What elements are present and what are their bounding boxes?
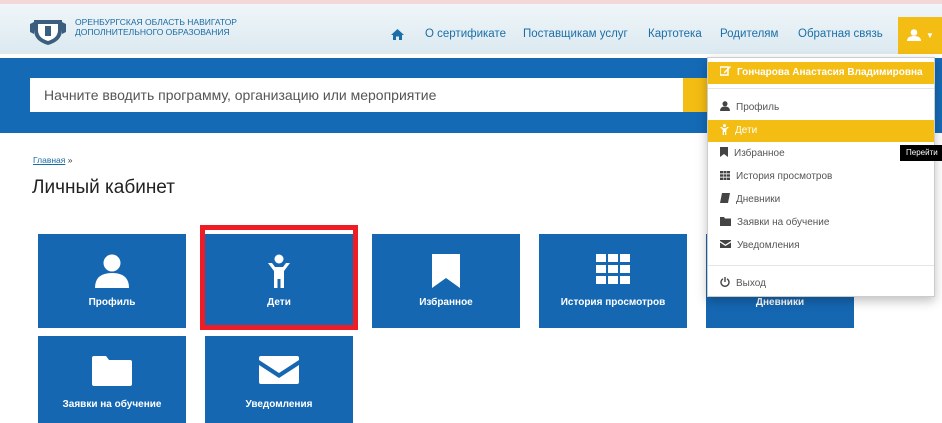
grid-icon	[596, 254, 630, 284]
book-icon	[720, 193, 730, 204]
folder-icon	[720, 216, 731, 226]
tile-history[interactable]: История просмотров	[539, 234, 687, 328]
nav-link-feedback[interactable]: Обратная связь	[798, 28, 883, 40]
dropdown-user-name[interactable]: Гончарова Анастасия Владимировна	[708, 62, 934, 84]
envelope-icon	[720, 240, 731, 249]
dropdown-item-label: Уведомления	[737, 240, 800, 251]
bookmark-icon	[432, 254, 460, 288]
power-icon	[720, 277, 730, 288]
coat-of-arms-logo[interactable]	[30, 16, 66, 46]
user-dropdown-menu: Гончарова Анастасия Владимировна Профиль…	[707, 57, 935, 297]
search-input[interactable]	[30, 78, 683, 112]
dropdown-user-label: Гончарова Анастасия Владимировна	[737, 67, 923, 78]
user-icon	[95, 254, 129, 288]
dropdown-item-notifications[interactable]: Уведомления	[708, 235, 934, 257]
logo-text[interactable]: ОРЕНБУРГСКАЯ ОБЛАСТЬ НАВИГАТОР ДОПОЛНИТЕ…	[75, 17, 245, 37]
nav-link-providers[interactable]: Поставщикам услуг	[523, 28, 628, 40]
nav-link-certificate[interactable]: О сертификате	[425, 28, 506, 40]
top-bar: ОРЕНБУРГСКАЯ ОБЛАСТЬ НАВИГАТОР ДОПОЛНИТЕ…	[0, 0, 942, 54]
nav-link-parents[interactable]: Родителям	[720, 28, 778, 40]
tile-notifications[interactable]: Уведомления	[205, 336, 353, 423]
highlight-frame	[200, 225, 358, 330]
dropdown-item-label: Выход	[736, 278, 766, 289]
tile-label: История просмотров	[560, 297, 666, 308]
envelope-icon	[259, 356, 299, 384]
dropdown-item-label: Дети	[735, 125, 758, 136]
dropdown-item-label: Дневники	[736, 194, 781, 205]
search-button[interactable]	[683, 78, 707, 112]
user-icon	[907, 29, 921, 41]
tile-profile[interactable]: Профиль	[38, 234, 186, 328]
breadcrumb: Главная »	[33, 155, 72, 165]
tile-applications[interactable]: Заявки на обучение	[38, 336, 186, 423]
dropdown-item-history[interactable]: История просмотров	[708, 166, 934, 188]
dropdown-item-profile[interactable]: Профиль	[708, 97, 934, 119]
caret-down-icon: ▼	[926, 31, 934, 40]
dropdown-divider	[708, 88, 934, 89]
dropdown-item-label: Заявки на обучение	[737, 217, 830, 228]
dropdown-item-children[interactable]: Дети	[708, 120, 934, 142]
bookmark-icon	[720, 147, 728, 158]
dropdown-item-applications[interactable]: Заявки на обучение	[708, 212, 934, 234]
edit-icon	[720, 66, 731, 77]
breadcrumb-separator: »	[67, 155, 73, 165]
tile-label: Уведомления	[245, 399, 313, 410]
page-title: Личный кабинет	[32, 177, 175, 198]
home-icon[interactable]	[391, 29, 404, 40]
user-menu-button[interactable]: ▼	[898, 17, 942, 54]
tooltip: Перейти	[900, 145, 942, 161]
child-icon	[720, 123, 729, 135]
nav-link-catalog[interactable]: Картотека	[648, 28, 702, 40]
tile-label: Заявки на обучение	[62, 399, 162, 410]
dropdown-item-label: История просмотров	[736, 171, 833, 182]
dropdown-item-label: Избранное	[734, 148, 785, 159]
dropdown-item-diaries[interactable]: Дневники	[708, 189, 934, 211]
user-icon	[720, 101, 730, 112]
tile-label: Профиль	[88, 297, 136, 308]
dropdown-item-logout[interactable]: Выход	[708, 273, 934, 295]
breadcrumb-home-link[interactable]: Главная	[33, 155, 65, 165]
folder-icon	[92, 356, 132, 386]
tile-favorites[interactable]: Избранное	[372, 234, 520, 328]
grid-icon	[720, 170, 730, 180]
tile-label: Дневники	[755, 297, 805, 308]
dropdown-divider	[708, 265, 934, 266]
tile-label: Избранное	[419, 297, 473, 308]
dropdown-item-label: Профиль	[736, 102, 780, 113]
